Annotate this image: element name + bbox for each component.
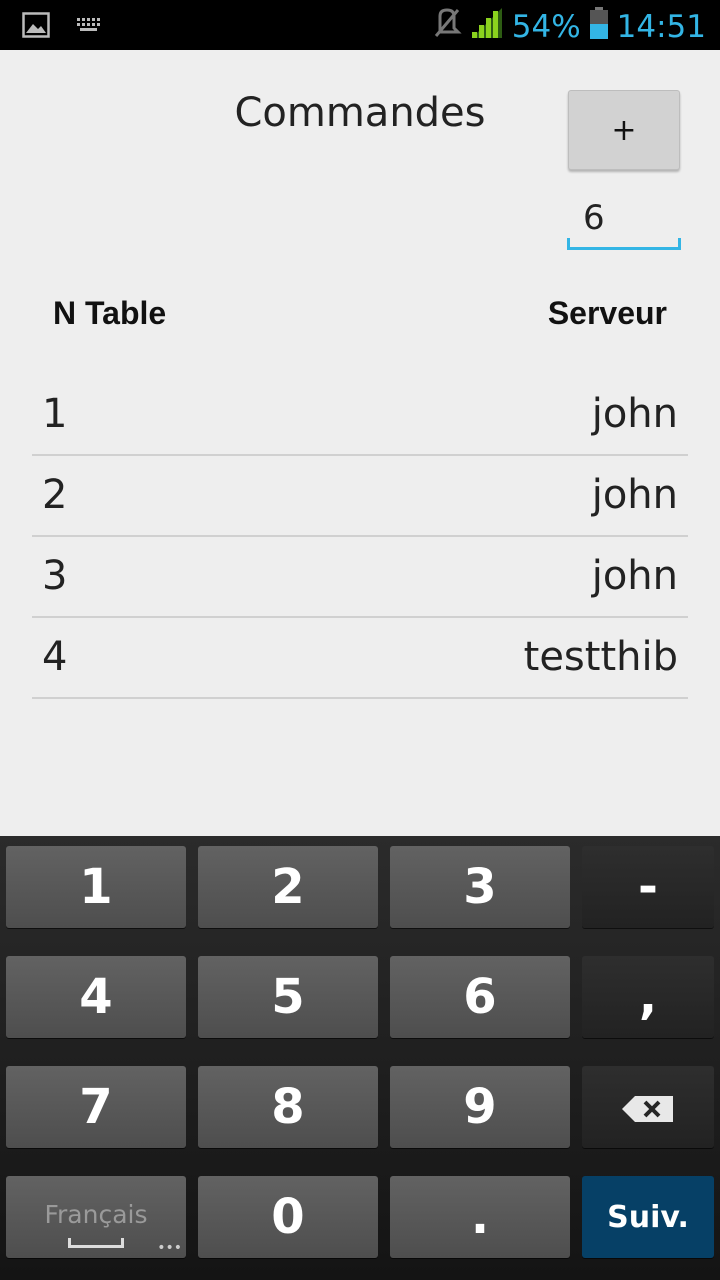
space-language-key[interactable]: Français ••• <box>6 1176 186 1258</box>
numeric-keyboard: 1 2 3 - 4 5 6 , 7 8 9 Français ••• 0 . S… <box>0 836 720 1280</box>
language-label: Français <box>44 1200 148 1229</box>
key-5[interactable]: 5 <box>198 956 378 1038</box>
column-header-table: N Table <box>53 295 167 331</box>
image-icon <box>22 12 50 42</box>
row-table-number: 4 <box>42 634 68 680</box>
table-number-value: 6 <box>583 198 605 238</box>
key-3[interactable]: 3 <box>390 846 570 928</box>
key-minus[interactable]: - <box>582 846 714 928</box>
table-number-input[interactable]: 6 <box>567 190 681 250</box>
add-button[interactable]: + <box>568 90 680 170</box>
key-6[interactable]: 6 <box>390 956 570 1038</box>
row-server-name: john <box>591 391 678 437</box>
signal-icon <box>470 6 504 48</box>
table-row[interactable]: 2 john <box>32 456 688 537</box>
orders-table: 1 john 2 john 3 john 4 testthib <box>32 375 688 699</box>
table-row[interactable]: 4 testthib <box>32 618 688 699</box>
key-2[interactable]: 2 <box>198 846 378 928</box>
column-header-server: Serveur <box>547 295 667 331</box>
input-underline <box>567 238 681 250</box>
key-7[interactable]: 7 <box>6 1066 186 1148</box>
page-title: Commandes <box>234 90 486 136</box>
next-key[interactable]: Suiv. <box>582 1176 714 1258</box>
status-bar: 54% 14:51 <box>0 0 720 50</box>
clock: 14:51 <box>616 9 706 45</box>
key-1[interactable]: 1 <box>6 846 186 928</box>
backspace-key[interactable] <box>582 1066 714 1148</box>
key-comma[interactable]: , <box>582 956 714 1038</box>
row-server-name: john <box>591 472 678 518</box>
table-row[interactable]: 3 john <box>32 537 688 618</box>
key-period[interactable]: . <box>390 1176 570 1258</box>
app-content: Commandes + 6 N Table Serveur 1 john 2 j… <box>0 50 720 836</box>
row-server-name: john <box>591 553 678 599</box>
key-0[interactable]: 0 <box>198 1176 378 1258</box>
row-table-number: 1 <box>42 391 68 437</box>
keyboard-icon <box>76 15 102 39</box>
space-icon <box>68 1238 124 1248</box>
row-server-name: testthib <box>523 634 678 680</box>
backspace-icon <box>621 1079 675 1135</box>
key-9[interactable]: 9 <box>390 1066 570 1148</box>
row-table-number: 2 <box>42 472 68 518</box>
battery-percent: 54% <box>511 9 581 45</box>
battery-icon <box>589 6 609 48</box>
table-row[interactable]: 1 john <box>32 375 688 456</box>
mute-icon <box>432 6 462 48</box>
row-table-number: 3 <box>42 553 68 599</box>
key-8[interactable]: 8 <box>198 1066 378 1148</box>
more-options-icon: ••• <box>157 1240 182 1256</box>
key-4[interactable]: 4 <box>6 956 186 1038</box>
